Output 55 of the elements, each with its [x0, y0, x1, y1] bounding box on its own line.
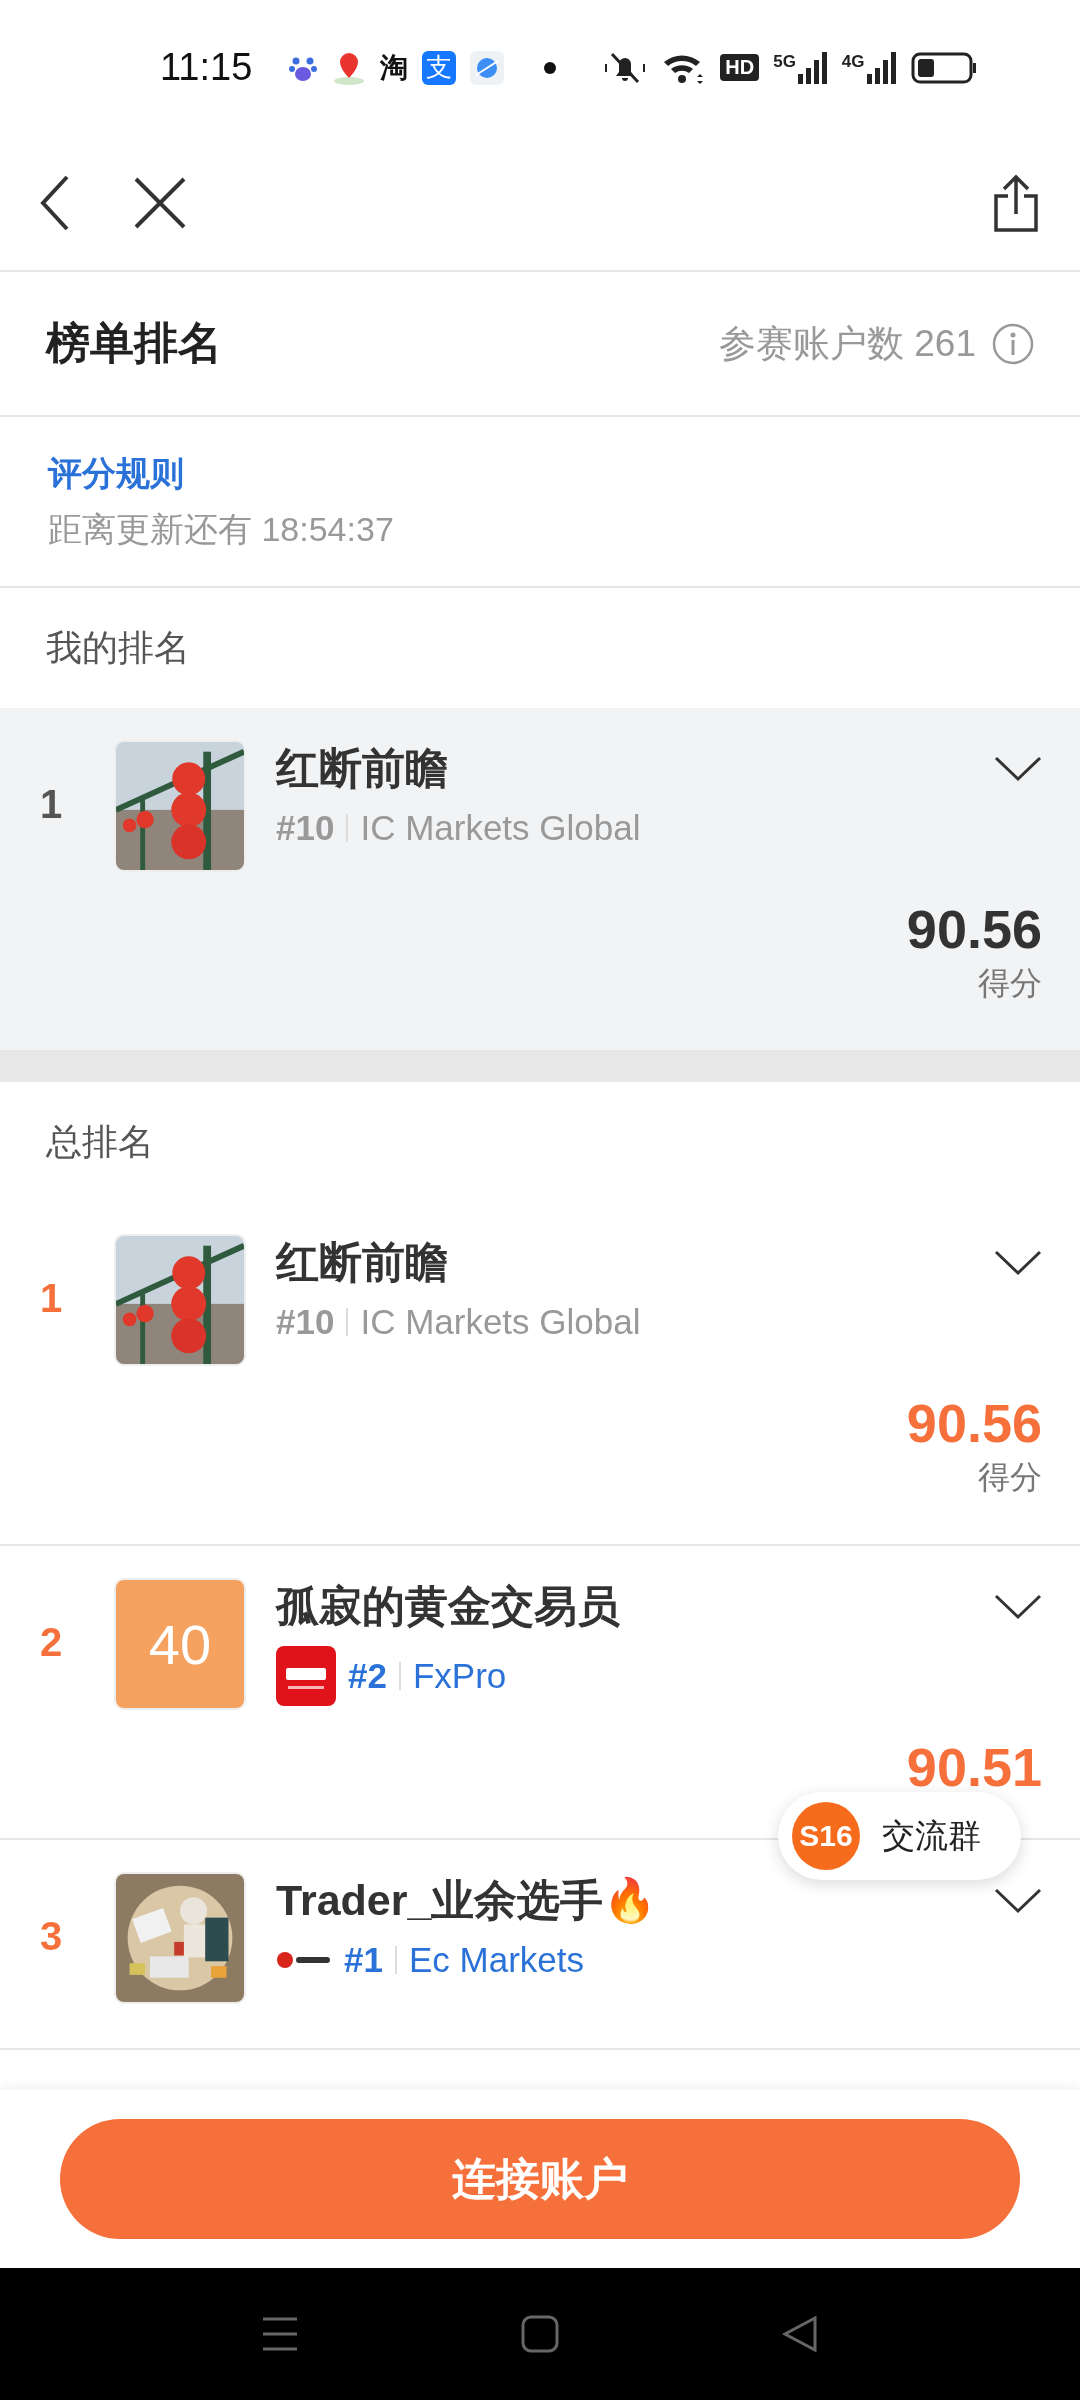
close-icon[interactable]	[134, 176, 186, 229]
rank-number: 2	[39, 1620, 64, 1665]
signal-icon	[797, 51, 828, 84]
broker-name: IC Markets Global	[360, 808, 641, 848]
broker-rank: #2	[348, 1656, 387, 1696]
rank-number: 1	[39, 782, 64, 827]
score: 90.51	[906, 1740, 1042, 1794]
chevron-down-icon[interactable]	[994, 1888, 1042, 1914]
broker-name: FxPro	[412, 1656, 507, 1696]
back-icon[interactable]	[40, 174, 70, 231]
status-time: 11:15	[160, 46, 253, 89]
scoring-rules-link[interactable]: 评分规则	[48, 450, 184, 497]
logo-icon	[276, 1646, 336, 1706]
participant-count: 参赛账户数 261	[719, 321, 976, 366]
score: 90.56	[906, 902, 1042, 956]
score-label: 得分	[978, 1458, 1042, 1497]
connect-account-button[interactable]: 连接账户	[60, 2119, 1020, 2239]
info-icon[interactable]	[992, 322, 1034, 365]
trader-name: 红断前瞻	[276, 1237, 448, 1288]
score: 90.56	[906, 1396, 1042, 1450]
share-icon[interactable]	[992, 173, 1040, 232]
broker-rank: #10	[276, 1302, 335, 1342]
trader-name: 红断前瞻	[276, 743, 448, 794]
chevron-down-icon[interactable]	[994, 1250, 1042, 1276]
app-icon: 支	[422, 50, 457, 85]
dot-icon	[544, 61, 557, 74]
chevron-down-icon[interactable]	[994, 756, 1042, 782]
planet-icon	[470, 50, 505, 85]
hd-badge: HD	[720, 54, 760, 81]
chevron-down-icon[interactable]	[994, 1594, 1042, 1620]
home-icon[interactable]	[521, 2315, 559, 2353]
rank-number: 1	[39, 1276, 64, 1321]
group-badge: S16	[792, 1802, 860, 1870]
broker-rank: #10	[276, 808, 335, 848]
logo-icon	[276, 1950, 332, 1970]
chat-group-button[interactable]: S16 交流群	[778, 1792, 1021, 1880]
trader-name: 孤寂的黄金交易员	[276, 1581, 620, 1632]
network-label: 5G	[773, 51, 796, 72]
app-icon: 淘	[380, 48, 409, 87]
rank-number: 3	[39, 1914, 64, 1959]
section-heading: 总排名	[46, 1119, 154, 1164]
page-title: 榜单排名	[46, 317, 223, 369]
broker-rank: #1	[344, 1940, 383, 1980]
update-countdown: 距离更新还有 18:54:37	[48, 508, 395, 550]
score-label: 得分	[978, 964, 1042, 1003]
trader-name: Trader_业余选手🔥	[276, 1875, 658, 1926]
menu-icon[interactable]	[261, 2315, 299, 2353]
avatar: 40	[114, 1578, 246, 1710]
chat-group-label: 交流群	[882, 1815, 981, 1856]
network-label: 4G	[841, 51, 865, 72]
section-heading: 我的排名	[46, 625, 190, 670]
broker-name: Ec Markets	[408, 1940, 584, 1980]
battery-icon	[910, 51, 977, 84]
broker-name: IC Markets Global	[360, 1302, 641, 1342]
signal-icon	[866, 51, 897, 84]
